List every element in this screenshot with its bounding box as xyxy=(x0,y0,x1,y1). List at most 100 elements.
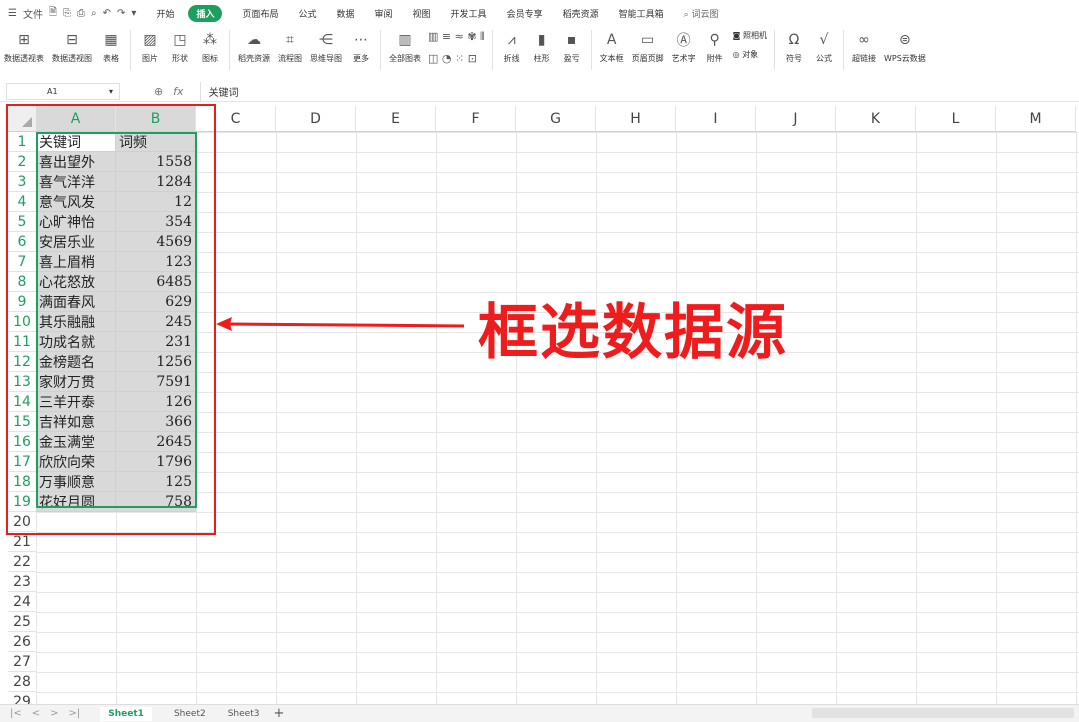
pivot-chart-button[interactable]: ⊟ 数据透视图 xyxy=(52,30,92,64)
column-header-e[interactable]: E xyxy=(356,106,436,132)
count-cell[interactable]: 7591 xyxy=(116,372,196,392)
next-sheet-icon[interactable]: > xyxy=(50,708,58,719)
row-header-18[interactable]: 18 xyxy=(8,472,36,492)
row-header-4[interactable]: 4 xyxy=(8,192,36,212)
column-header-b[interactable]: B xyxy=(116,106,196,132)
keyword-cell[interactable]: 万事顺意 xyxy=(36,472,116,492)
tab-view[interactable]: 视图 xyxy=(413,7,431,20)
object-button[interactable]: ◎ 对象 xyxy=(733,49,767,60)
count-cell[interactable]: 12 xyxy=(116,192,196,212)
row-header-5[interactable]: 5 xyxy=(8,212,36,232)
tab-review[interactable]: 审阅 xyxy=(375,7,393,20)
header-cell-keyword[interactable]: 关键词 xyxy=(36,132,116,152)
count-cell[interactable]: 126 xyxy=(116,392,196,412)
row-header-23[interactable]: 23 xyxy=(8,572,36,592)
count-cell[interactable]: 629 xyxy=(116,292,196,312)
sheet-tab-2[interactable]: Sheet2 xyxy=(174,709,206,719)
keyword-cell[interactable]: 功成名就 xyxy=(36,332,116,352)
prev-sheet-icon[interactable]: < xyxy=(32,708,40,719)
row-header-17[interactable]: 17 xyxy=(8,452,36,472)
row-header-19[interactable]: 19 xyxy=(8,492,36,512)
column-header-l[interactable]: L xyxy=(916,106,996,132)
keyword-cell[interactable]: 三羊开泰 xyxy=(36,392,116,412)
sheet-grid[interactable]: A B C D E F G H I J K L M 1 2 3 4 5 6 7 8 9 10 11 12 13 14 15 16 17 18… xyxy=(0,104,1079,713)
column-header-j[interactable]: J xyxy=(756,106,836,132)
keyword-cell[interactable]: 吉祥如意 xyxy=(36,412,116,432)
keyword-cell[interactable]: 家财万贯 xyxy=(36,372,116,392)
count-cell[interactable]: 123 xyxy=(116,252,196,272)
row-header-3[interactable]: 3 xyxy=(8,172,36,192)
count-cell[interactable]: 245 xyxy=(116,312,196,332)
sparkline-winloss-button[interactable]: ▪ 盈亏 xyxy=(561,30,583,64)
column-header-k[interactable]: K xyxy=(836,106,916,132)
tab-insert[interactable]: 插入 xyxy=(188,4,223,22)
search-box[interactable]: ⌕ 词云图 xyxy=(684,7,719,20)
file-menu[interactable]: 文件 xyxy=(23,6,43,21)
row-header-16[interactable]: 16 xyxy=(8,432,36,452)
tab-formulas[interactable]: 公式 xyxy=(298,7,316,20)
row-header-13[interactable]: 13 xyxy=(8,372,36,392)
redo-icon[interactable]: ↷ xyxy=(117,8,125,19)
row-header-24[interactable]: 24 xyxy=(8,592,36,612)
wps-cloud-button[interactable]: ⊜ WPS云数据 xyxy=(884,30,926,64)
row-header-25[interactable]: 25 xyxy=(8,612,36,632)
mindmap-button[interactable]: ⋲ 思维导图 xyxy=(310,30,342,64)
chevron-down-icon[interactable]: ▾ xyxy=(109,87,113,96)
header-footer-button[interactable]: ▭ 页眉页脚 xyxy=(632,30,664,64)
row-header-8[interactable]: 8 xyxy=(8,272,36,292)
flowchart-button[interactable]: ⌗ 流程图 xyxy=(278,30,302,64)
export-icon[interactable]: ⎘ xyxy=(63,8,71,19)
row-header-7[interactable]: 7 xyxy=(8,252,36,272)
hyperlink-button[interactable]: ∞ 超链接 xyxy=(852,30,876,64)
print-icon[interactable]: ⎙ xyxy=(77,8,85,19)
count-cell[interactable]: 125 xyxy=(116,472,196,492)
daoke-button[interactable]: ☁ 稻壳资源 xyxy=(238,30,270,64)
keyword-cell[interactable]: 其乐融融 xyxy=(36,312,116,332)
column-chart-icon[interactable]: ▥ ≡ ≈ ✾ ⫴ xyxy=(428,30,485,44)
pivot-table-button[interactable]: ⊞ 数据透视表 xyxy=(4,30,44,64)
count-cell[interactable]: 1284 xyxy=(116,172,196,192)
keyword-cell[interactable]: 欣欣向荣 xyxy=(36,452,116,472)
horizontal-scrollbar[interactable] xyxy=(812,708,1074,718)
more-button[interactable]: ⋯ 更多 xyxy=(350,30,372,64)
row-header-6[interactable]: 6 xyxy=(8,232,36,252)
column-header-g[interactable]: G xyxy=(516,106,596,132)
shape-button[interactable]: ◳ 形状 xyxy=(169,30,191,64)
formula-button[interactable]: √ 公式 xyxy=(813,30,835,64)
row-header-15[interactable]: 15 xyxy=(8,412,36,432)
count-cell[interactable]: 1256 xyxy=(116,352,196,372)
column-header-m[interactable]: M xyxy=(996,106,1076,132)
column-header-h[interactable]: H xyxy=(596,106,676,132)
count-cell[interactable]: 4569 xyxy=(116,232,196,252)
attachment-button[interactable]: ⚲ 附件 xyxy=(704,30,726,64)
count-cell[interactable]: 1796 xyxy=(116,452,196,472)
tab-smart-tools[interactable]: 智能工具箱 xyxy=(619,7,664,20)
keyword-cell[interactable]: 喜出望外 xyxy=(36,152,116,172)
add-sheet-icon[interactable]: + xyxy=(273,706,284,721)
wordart-button[interactable]: Ⓐ 艺术字 xyxy=(672,30,696,64)
count-cell[interactable]: 366 xyxy=(116,412,196,432)
column-header-f[interactable]: F xyxy=(436,106,516,132)
keyword-cell[interactable]: 心花怒放 xyxy=(36,272,116,292)
keyword-cell[interactable]: 心旷神怡 xyxy=(36,212,116,232)
keyword-cell[interactable]: 喜气洋洋 xyxy=(36,172,116,192)
row-header-14[interactable]: 14 xyxy=(8,392,36,412)
tab-member[interactable]: 会员专享 xyxy=(507,7,543,20)
pie-chart-icon[interactable]: ◫ ◔ ⁙ ⊡ xyxy=(428,52,485,65)
keyword-cell[interactable]: 喜上眉梢 xyxy=(36,252,116,272)
keyword-cell[interactable]: 花好月圆 xyxy=(36,492,116,512)
menu-icon[interactable]: ☰ xyxy=(8,8,17,19)
header-cell-count[interactable]: 词频 xyxy=(116,132,196,152)
table-button[interactable]: ▦ 表格 xyxy=(100,30,122,64)
icon-button[interactable]: ⁂ 图标 xyxy=(199,30,221,64)
camera-button[interactable]: ◙ 照相机 xyxy=(733,30,767,41)
row-header-11[interactable]: 11 xyxy=(8,332,36,352)
count-cell[interactable]: 354 xyxy=(116,212,196,232)
formula-input[interactable]: 关键词 xyxy=(199,81,1079,102)
row-header-22[interactable]: 22 xyxy=(8,552,36,572)
zoom-icon[interactable]: ⊕ xyxy=(154,85,163,98)
sheet-tab-3[interactable]: Sheet3 xyxy=(228,709,260,719)
count-cell[interactable]: 1558 xyxy=(116,152,196,172)
first-sheet-icon[interactable]: |< xyxy=(10,708,22,719)
row-header-2[interactable]: 2 xyxy=(8,152,36,172)
